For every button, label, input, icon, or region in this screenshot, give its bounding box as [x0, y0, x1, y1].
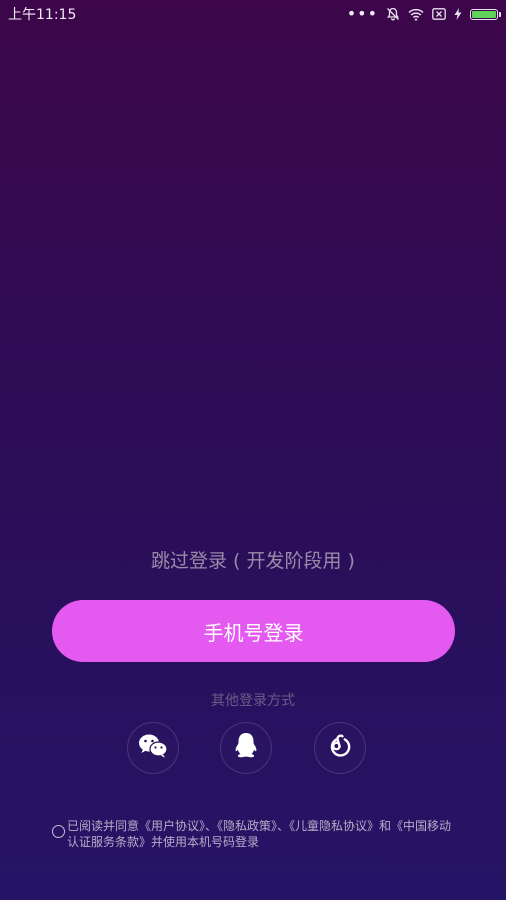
skip-login-link[interactable]: 跳过登录 ( 开发阶段用 ) — [0, 546, 506, 573]
status-bar: 上午11:15 ••• — [0, 0, 506, 28]
charging-bolt-icon — [454, 8, 462, 20]
qq-login-button[interactable] — [220, 722, 272, 774]
netease-music-login-button[interactable] — [314, 722, 366, 774]
wechat-icon — [138, 733, 168, 763]
status-time: 上午11:15 — [8, 7, 77, 23]
no-sim-icon — [432, 8, 446, 20]
wechat-login-button[interactable] — [127, 722, 179, 774]
agreement-radio[interactable] — [52, 825, 65, 838]
status-icons: ••• — [346, 4, 501, 23]
agreement-text: 已阅读并同意《用户协议》、《隐私政策》、《儿童隐私协议》和《中国移动认证服务条款… — [67, 819, 452, 849]
other-login-methods-title: 其他登录方式 — [211, 693, 295, 709]
netease-music-icon — [327, 733, 353, 763]
battery-fill — [472, 10, 496, 18]
bell-muted-icon — [386, 7, 400, 21]
qq-icon — [234, 732, 258, 764]
phone-login-button[interactable]: 手机号登录 — [52, 600, 455, 662]
battery-icon — [470, 8, 501, 20]
agreement-row: 已阅读并同意《用户协议》、《隐私政策》、《儿童隐私协议》和《中国移动认证服务条款… — [52, 818, 452, 850]
more-dots-icon: ••• — [346, 4, 378, 23]
phone-login-label: 手机号登录 — [203, 620, 304, 645]
wifi-icon — [408, 8, 424, 21]
